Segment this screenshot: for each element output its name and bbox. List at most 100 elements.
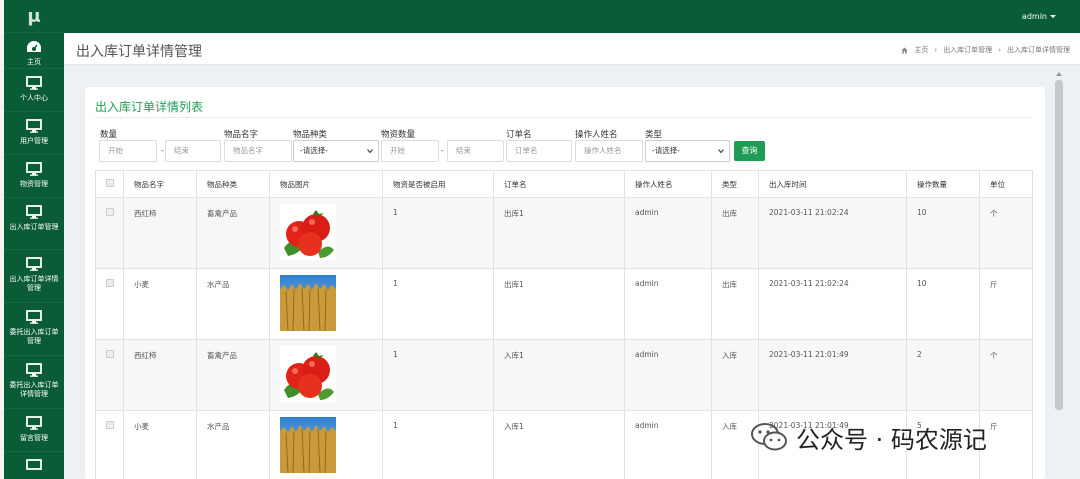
wechat-icon (751, 423, 787, 451)
cell-operator: admin (624, 410, 712, 479)
item-type-select-value: -请选择- (300, 146, 328, 155)
monitor-icon (26, 257, 42, 271)
column-header: 操作数量 (906, 170, 980, 198)
range-dash: - (441, 146, 444, 155)
sidebar-item-messages[interactable]: 留言管理 (4, 409, 64, 452)
monitor-icon (26, 162, 42, 176)
type-select[interactable]: -请选择- (645, 140, 730, 162)
monitor-icon (26, 310, 42, 324)
breadcrumb-separator: › (934, 46, 938, 54)
sidebar-item-more[interactable] (4, 452, 64, 479)
monitor-icon (26, 119, 42, 133)
cell-unit: 个 (979, 339, 1033, 411)
monitor-icon (26, 363, 42, 377)
monitor-icon (26, 205, 42, 219)
row-select-cell[interactable] (95, 410, 124, 479)
top-navbar: admin (64, 0, 1080, 33)
sidebar-item-entrusted-orders[interactable]: 委托出入库订单管理 (4, 303, 64, 356)
cell-name: 西红柿 (123, 339, 197, 411)
chevron-down-icon (367, 149, 373, 153)
item-name-input[interactable]: 物品名字 (224, 140, 292, 162)
sidebar-item-order-details[interactable]: 出入库订单详情管理 (4, 250, 64, 303)
cell-time: 2021-03-11 21:02:24 (758, 268, 907, 340)
scroll-up-arrow[interactable] (1056, 72, 1062, 76)
quantity-start-input[interactable]: 开始 (99, 140, 157, 162)
sidebar: μ 主页 个人中心 用户管理 物资管理 出入库订单管理 出入库订单详情管理 委托… (4, 0, 64, 479)
watermark: 公众号 · 码农源记 (750, 417, 1050, 457)
sidebar-item-label: 留言管理 (20, 434, 48, 442)
search-button[interactable]: 查询 (734, 141, 765, 161)
table-row[interactable]: 西红柿 畜禽产品 1 出库1 admin 出库 2021-03-11 21:02:24 10 个 (95, 197, 1033, 269)
row-checkbox[interactable] (106, 208, 114, 216)
item-image-cell (269, 339, 383, 411)
cell-category: 水产品 (196, 268, 270, 340)
item-image-cell (269, 410, 383, 479)
sidebar-item-users[interactable]: 用户管理 (4, 112, 64, 155)
row-select-cell[interactable] (95, 339, 124, 411)
cell-enabled: 1 (382, 410, 494, 479)
tomato-image (280, 346, 336, 402)
sidebar-item-profile[interactable]: 个人中心 (4, 69, 64, 112)
select-all-checkbox[interactable] (106, 179, 114, 187)
cell-unit: 个 (979, 197, 1033, 269)
page-header: 出入库订单详情管理 主页 › 出入库订单管理 › 出入库订单详情管理 (64, 33, 1080, 65)
home-icon (901, 46, 908, 54)
row-checkbox[interactable] (106, 279, 114, 287)
item-type-select[interactable]: -请选择- (293, 140, 379, 162)
cell-name: 西红柿 (123, 197, 197, 269)
operator-input[interactable]: 操作人姓名 (575, 140, 643, 162)
monitor-icon (26, 459, 42, 470)
column-header: 单位 (979, 170, 1033, 198)
page-scrollbar[interactable] (1055, 80, 1063, 410)
row-select-cell[interactable] (95, 197, 124, 269)
sidebar-item-label: 委托出入库订单管理 (9, 328, 59, 345)
table-row[interactable]: 西红柿 畜禽产品 1 入库1 admin 入库 2021-03-11 21:01:49 2 个 (95, 339, 1033, 411)
cell-enabled: 1 (382, 197, 494, 269)
column-header: 物品图片 (269, 170, 383, 198)
cell-category: 畜禽产品 (196, 339, 270, 411)
sidebar-item-label: 物资管理 (20, 180, 48, 188)
sidebar-item-entrusted-order-details[interactable]: 委托出入库订单详情管理 (4, 356, 64, 409)
watermark-text: 公众号 · 码农源记 (796, 425, 987, 454)
row-checkbox[interactable] (106, 421, 114, 429)
app-logo: μ (4, 0, 64, 33)
monitor-icon (26, 76, 42, 90)
column-header: 物品名字 (123, 170, 197, 198)
sidebar-item-orders[interactable]: 出入库订单管理 (4, 198, 64, 250)
sidebar-item-label: 出入库订单详情管理 (9, 275, 59, 292)
breadcrumb-orders[interactable]: 出入库订单管理 (943, 45, 992, 55)
order-name-input[interactable]: 订单名 (506, 140, 572, 162)
chevron-down-icon (718, 149, 724, 153)
breadcrumb-home[interactable]: 主页 (914, 45, 928, 55)
quantity-end-input[interactable]: 结束 (165, 140, 221, 162)
user-name: admin (1021, 12, 1047, 21)
cell-operator: admin (624, 197, 712, 269)
cell-order: 入库1 (493, 339, 625, 411)
select-all-cell[interactable] (95, 170, 124, 198)
wheat-image (280, 417, 336, 474)
cell-time: 2021-03-11 21:02:24 (758, 197, 907, 269)
stock-start-input[interactable]: 开始 (381, 140, 439, 162)
page-title: 出入库订单详情管理 (76, 44, 202, 60)
caret-down-icon (1050, 15, 1056, 18)
cell-enabled: 1 (382, 339, 494, 411)
row-checkbox[interactable] (106, 350, 114, 358)
row-select-cell[interactable] (95, 268, 124, 340)
breadcrumb: 主页 › 出入库订单管理 › 出入库订单详情管理 (901, 45, 1070, 55)
item-image-cell (269, 268, 383, 340)
user-menu[interactable]: admin (1022, 12, 1056, 21)
cell-type: 出库 (711, 197, 759, 269)
breadcrumb-separator: › (998, 46, 1001, 54)
stock-end-input[interactable]: 结束 (447, 140, 504, 162)
column-header: 订单名 (493, 170, 625, 198)
sidebar-item-home[interactable]: 主页 (4, 33, 64, 69)
cell-type: 入库 (711, 339, 759, 411)
sidebar-item-materials[interactable]: 物资管理 (4, 155, 64, 198)
cell-name: 小麦 (123, 410, 197, 479)
stock-qty-label: 物资数量 (381, 130, 416, 140)
cell-type: 出库 (711, 268, 759, 340)
table-row[interactable]: 小麦 水产品 1 出库1 admin 出库 2021-03-11 21:02:24 10 斤 (95, 268, 1033, 340)
cell-operator: admin (624, 268, 712, 340)
item-image-cell (269, 197, 383, 269)
cell-order: 出库1 (493, 268, 625, 340)
